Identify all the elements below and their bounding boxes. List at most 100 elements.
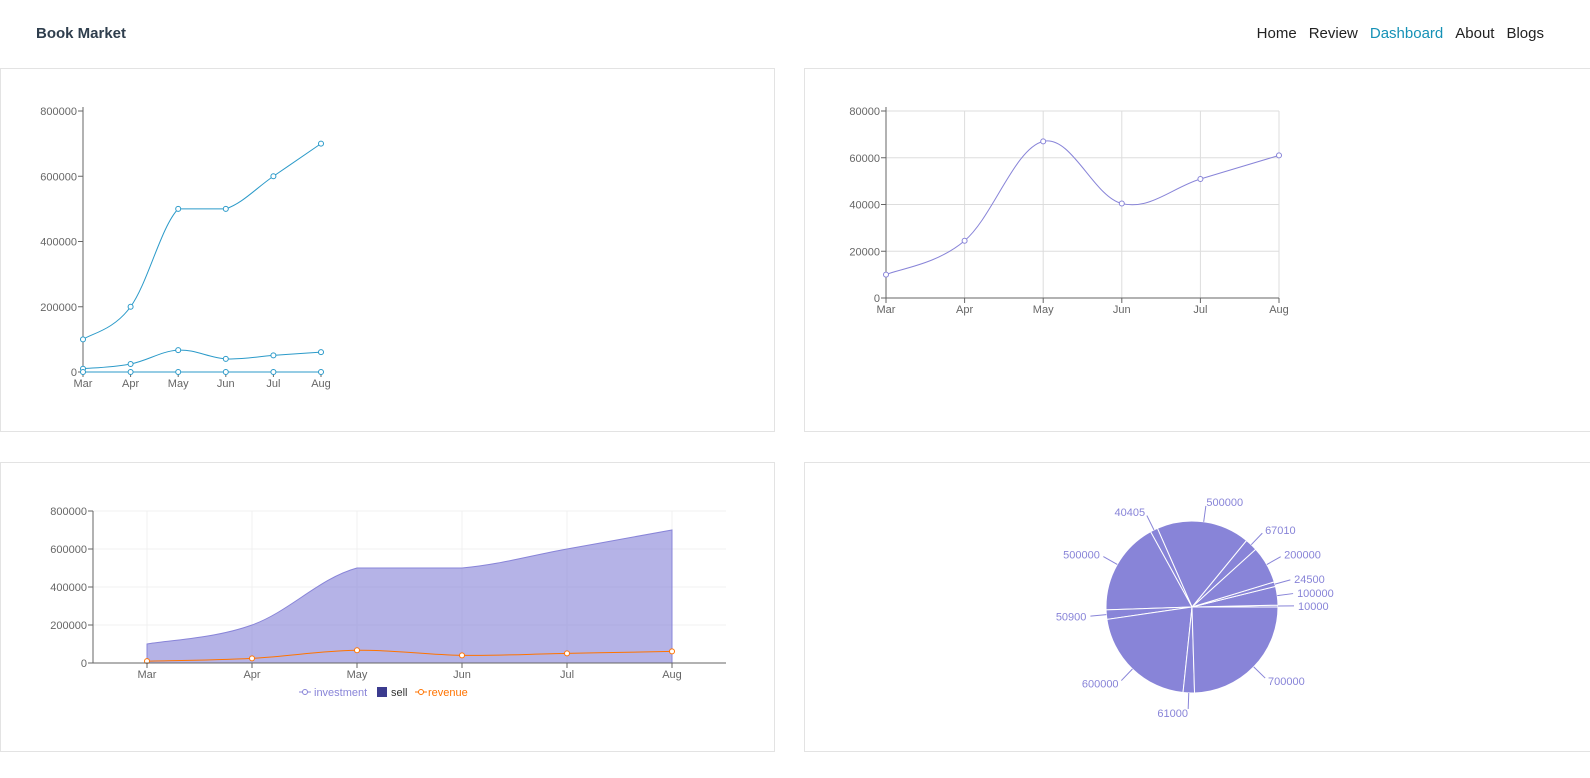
data-point (175, 369, 182, 375)
nav-link-review[interactable]: Review (1309, 25, 1358, 42)
pie-label: 10000 (1298, 601, 1329, 613)
revenue-point (459, 652, 465, 659)
y-tick-label: 60000 (849, 153, 880, 165)
pie-label-connector (1250, 532, 1263, 546)
y-tick-label: 200000 (40, 302, 77, 314)
investment-area (146, 529, 673, 664)
x-tick-label: Mar (877, 304, 896, 316)
revenue-point (669, 648, 675, 655)
y-tick-label: 400000 (50, 582, 87, 594)
chart-card-composed: 0 200000 400000 600000 800000 Mar Apr May Jun Jul… (0, 462, 775, 752)
pie-label-connector (1120, 668, 1133, 681)
series-line (885, 140, 1280, 276)
nav-link-home[interactable]: Home (1257, 25, 1297, 42)
x-tick-label: Jun (1113, 304, 1131, 316)
pie-label: 600000 (1082, 678, 1119, 690)
x-tick-label: Jun (453, 669, 471, 681)
data-point (318, 140, 324, 147)
nav-link-about[interactable]: About (1455, 25, 1494, 42)
pie-label-connector (1277, 593, 1294, 597)
multi-line-chart: 0200000400000600000800000Mar Apr May Jun Jul… (40, 106, 331, 390)
data-point (175, 347, 182, 354)
revenue-point (354, 647, 360, 654)
data-point (270, 369, 277, 375)
data-point (318, 369, 324, 375)
composed-area-chart: 0 200000 400000 600000 800000 Mar Apr May Jun Jul… (50, 506, 726, 699)
legend-investment-marker (302, 689, 308, 695)
chart-card-line-grid: 0 20000 40000 60000 80000 Mar Apr May Jun Jul Aug (804, 68, 1590, 432)
pie-label: 40405 (1114, 507, 1145, 519)
data-point (318, 349, 324, 356)
series-line (82, 349, 322, 370)
pie-label: 24500 (1294, 574, 1325, 586)
data-point (80, 369, 86, 375)
pie-label: 61000 (1157, 708, 1188, 720)
data-point (222, 205, 229, 212)
y-tick-label: 600000 (50, 544, 87, 556)
nav-links: Home Review Dashboard About Blogs (1257, 25, 1544, 42)
data-point (175, 205, 182, 212)
pie-label: 67010 (1265, 525, 1296, 537)
y-tick-label: 400000 (40, 237, 77, 249)
x-tick-label: Aug (662, 669, 682, 681)
data-point (222, 355, 229, 362)
legend-sell-label: sell (391, 687, 408, 699)
pie-label-connector (1266, 556, 1281, 565)
brand-logo[interactable]: Book Market (36, 25, 126, 42)
data-point (1276, 152, 1282, 159)
y-tick-label: 200000 (50, 620, 87, 632)
data-point (883, 271, 889, 278)
data-point (127, 361, 134, 368)
x-tick-label: Mar (74, 378, 93, 390)
legend-investment-label: investment (314, 687, 367, 699)
data-point (127, 303, 134, 310)
data-point (961, 237, 968, 244)
x-tick-label: Aug (311, 378, 331, 390)
data-point (1040, 138, 1047, 145)
data-point (1118, 200, 1125, 207)
y-tick-label: 800000 (40, 106, 77, 118)
pie-slice (1106, 606, 1193, 694)
x-tick-label: Jul (266, 378, 280, 390)
y-tick-label: 600000 (40, 171, 77, 183)
x-tick-label: Apr (122, 378, 139, 390)
revenue-point (249, 655, 255, 662)
data-point (80, 336, 86, 343)
pie-label: 700000 (1268, 676, 1305, 688)
nav-link-dashboard[interactable]: Dashboard (1370, 25, 1443, 42)
x-tick-label: May (347, 669, 368, 681)
legend-revenue-label: revenue (428, 687, 468, 699)
data-point (270, 352, 277, 359)
pie-chart: 10000100000 24500 200000 67010 500000 40405 50… (1056, 497, 1334, 720)
x-tick-label: May (168, 378, 189, 390)
chart-card-pie: 10000 100000 24500 200000 67010 500000 40405 50… (804, 462, 1590, 752)
pie-label: 500000 (1063, 550, 1100, 562)
pie-slice (1191, 606, 1279, 694)
pie-label-connector (1253, 666, 1266, 679)
legend-revenue-marker (418, 689, 424, 695)
x-tick-label: Apr (243, 669, 260, 681)
pie-label: 500000 (1206, 497, 1243, 509)
y-tick-label: 80000 (849, 106, 880, 118)
navbar: Book Market Home Review Dashboard About … (0, 0, 1590, 68)
x-tick-label: Jun (217, 378, 235, 390)
chart-card-line-multi: 0 200000 400000 600000 800000 Mar Apr May Jun Jul… (0, 68, 775, 432)
data-point (222, 369, 229, 375)
series-line (82, 143, 322, 340)
x-tick-label: Aug (1269, 304, 1289, 316)
x-tick-label: May (1033, 304, 1054, 316)
y-tick-label: 40000 (849, 200, 880, 212)
pie-label: 50900 (1056, 611, 1087, 623)
y-tick-label: 0 (81, 658, 87, 670)
data-point (1197, 176, 1204, 183)
x-tick-label: Jul (1193, 304, 1207, 316)
pie-label-connector (1090, 614, 1107, 617)
legend-sell-swatch (377, 687, 387, 697)
data-point (270, 173, 277, 180)
data-point (127, 369, 134, 375)
y-tick-label: 800000 (50, 506, 87, 518)
grid-line-chart: 020000400006000080000Mar Apr May Jun Jul Aug (849, 106, 1289, 316)
y-tick-label: 20000 (849, 246, 880, 258)
nav-link-blogs[interactable]: Blogs (1506, 25, 1544, 42)
x-tick-label: Mar (138, 669, 157, 681)
